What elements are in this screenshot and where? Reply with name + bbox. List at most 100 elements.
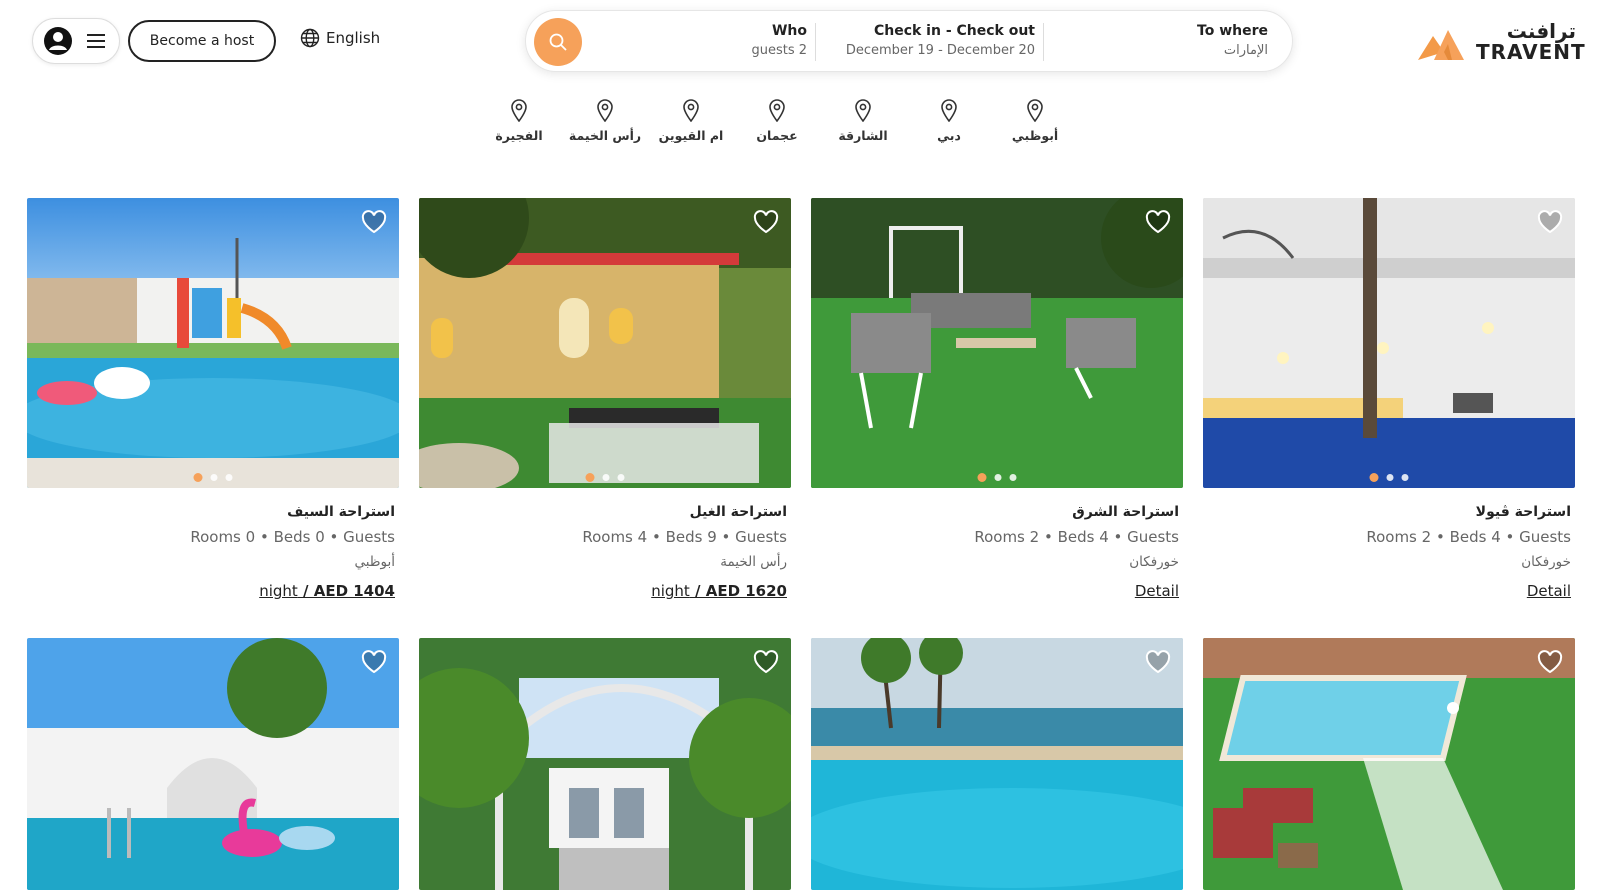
search-icon [549, 33, 567, 51]
carousel-dots[interactable] [1369, 473, 1409, 482]
flamingo-pool-photo [27, 638, 399, 890]
listing-location: خورفكان [1521, 554, 1571, 570]
favorite-heart-icon[interactable] [1145, 650, 1171, 674]
logo-english-text: TRAVENT [1476, 40, 1586, 64]
listing-card[interactable] [27, 638, 399, 890]
location-pin-icon [769, 99, 785, 122]
dates-value: December 19 - December 20 [845, 43, 1035, 58]
listing-photo[interactable] [1203, 638, 1575, 890]
listing-card[interactable]: استراحة السيف Rooms 0 • Beds 0 • Guests … [27, 198, 399, 604]
destination-label: To where [1197, 23, 1268, 39]
page: Become a host English Who guests 2 Check… [0, 0, 1604, 890]
favorite-heart-icon[interactable] [753, 650, 779, 674]
guests-field[interactable]: Who guests 2 [707, 21, 807, 61]
location-pin-icon [855, 99, 871, 122]
listing-photo[interactable] [1203, 198, 1575, 488]
category-label: عجمان [756, 128, 798, 143]
listing-specs: Rooms 2 • Beds 4 • Guests [1366, 528, 1571, 546]
category-label: الشارقة [838, 128, 888, 143]
dates-label: Check in - Check out [873, 23, 1035, 39]
pool-playground-photo [27, 198, 399, 488]
listing-title: استراحة السيف [287, 504, 395, 520]
language-label: English [326, 29, 381, 47]
category-umm-al-quwain[interactable]: ام القيوين [646, 98, 736, 143]
listing-card[interactable] [1203, 638, 1575, 890]
location-pin-icon [597, 99, 613, 122]
globe-icon [300, 28, 320, 48]
listing-specs: Rooms 2 • Beds 4 • Guests [974, 528, 1179, 546]
listing-card[interactable]: استراحة ڤيولا Rooms 2 • Beds 4 • Guests … [1203, 198, 1575, 604]
user-avatar-icon [44, 27, 72, 55]
listing-location: خورفكان [1129, 554, 1179, 570]
search-bar[interactable]: Who guests 2 Check in - Check out Decemb… [525, 10, 1293, 72]
listing-card[interactable]: استراحة الشرق Rooms 2 • Beds 4 • Guests … [811, 198, 1183, 604]
favorite-heart-icon[interactable] [361, 210, 387, 234]
listing-specs: Rooms 4 • Beds 9 • Guests [582, 528, 787, 546]
location-pin-icon [683, 99, 699, 122]
carousel-dots[interactable] [585, 473, 625, 482]
price-amount: / AED 1404 [297, 582, 395, 600]
listing-card[interactable] [811, 638, 1183, 890]
listing-photo[interactable] [27, 198, 399, 488]
listing-price-link[interactable]: night / AED 1404 [259, 578, 395, 604]
listing-title: استراحة الغيل [689, 504, 787, 520]
listing-detail-link[interactable]: Detail [1135, 578, 1179, 604]
price-amount: / AED 1620 [689, 582, 787, 600]
location-pin-icon [1027, 99, 1043, 122]
guests-value: guests 2 [751, 43, 807, 58]
pool-wall-night-photo [1203, 198, 1575, 488]
category-dubai[interactable]: دبي [904, 98, 994, 143]
logo-arabic-text: ترافنت [1506, 19, 1576, 43]
listing-price-link[interactable]: night / AED 1620 [651, 578, 787, 604]
garden-arch-photo [419, 638, 791, 890]
listing-photo[interactable] [27, 638, 399, 890]
price-unit: night [651, 582, 690, 600]
location-pin-icon [941, 99, 957, 122]
category-fujairah[interactable]: الفجيرة [474, 98, 564, 143]
location-pin-icon [511, 99, 527, 122]
garden-lounge-photo [811, 198, 1183, 488]
favorite-heart-icon[interactable] [1537, 650, 1563, 674]
listing-title: استراحة ڤيولا [1475, 504, 1571, 520]
listing-card[interactable]: استراحة الغيل Rooms 4 • Beds 9 • Guests … [419, 198, 791, 604]
destination-value: الإمارات [1223, 43, 1268, 58]
logo-mark-icon [1418, 30, 1464, 60]
listing-photo[interactable] [811, 198, 1183, 488]
dates-field[interactable]: Check in - Check out December 19 - Decem… [815, 21, 1035, 61]
listing-photo[interactable] [419, 198, 791, 488]
price-unit: night [259, 582, 298, 600]
category-label: الفجيرة [495, 128, 543, 143]
search-divider [1043, 23, 1044, 61]
category-label: ام القيوين [658, 128, 724, 143]
search-button[interactable] [534, 18, 582, 66]
travent-logo[interactable]: ترافنت TRAVENT [1418, 19, 1586, 66]
listing-detail-link[interactable]: Detail [1527, 578, 1571, 604]
carousel-dots[interactable] [193, 473, 233, 482]
favorite-heart-icon[interactable] [1537, 210, 1563, 234]
favorite-heart-icon[interactable] [753, 210, 779, 234]
category-sharjah[interactable]: الشارقة [818, 98, 908, 143]
language-selector[interactable]: English [300, 28, 380, 48]
location-categories: أبوظبي دبي الشارقة عجمان ام القيوين رأس … [495, 98, 1100, 154]
become-host-button[interactable]: Become a host [128, 20, 276, 62]
category-label: دبي [937, 128, 961, 143]
guests-label: Who [771, 23, 807, 39]
listing-location: رأس الخيمة [720, 554, 787, 570]
category-ajman[interactable]: عجمان [732, 98, 822, 143]
favorite-heart-icon[interactable] [361, 650, 387, 674]
listing-location: أبوظبي [354, 554, 395, 570]
category-label: أبوظبي [1011, 128, 1059, 143]
destination-field[interactable]: To where الإمارات [1068, 21, 1268, 61]
hamburger-menu-icon [87, 34, 105, 48]
listing-photo[interactable] [811, 638, 1183, 890]
user-menu-button[interactable] [32, 18, 120, 64]
carousel-dots[interactable] [977, 473, 1017, 482]
listing-specs: Rooms 0 • Beds 0 • Guests [190, 528, 395, 546]
category-label: رأس الخيمة [568, 128, 642, 143]
category-abu-dhabi[interactable]: أبوظبي [990, 98, 1080, 143]
listing-card[interactable] [419, 638, 791, 890]
category-ras-al-khaimah[interactable]: رأس الخيمة [560, 98, 650, 143]
favorite-heart-icon[interactable] [1145, 210, 1171, 234]
listing-photo[interactable] [419, 638, 791, 890]
seaside-pool-photo [811, 638, 1183, 890]
